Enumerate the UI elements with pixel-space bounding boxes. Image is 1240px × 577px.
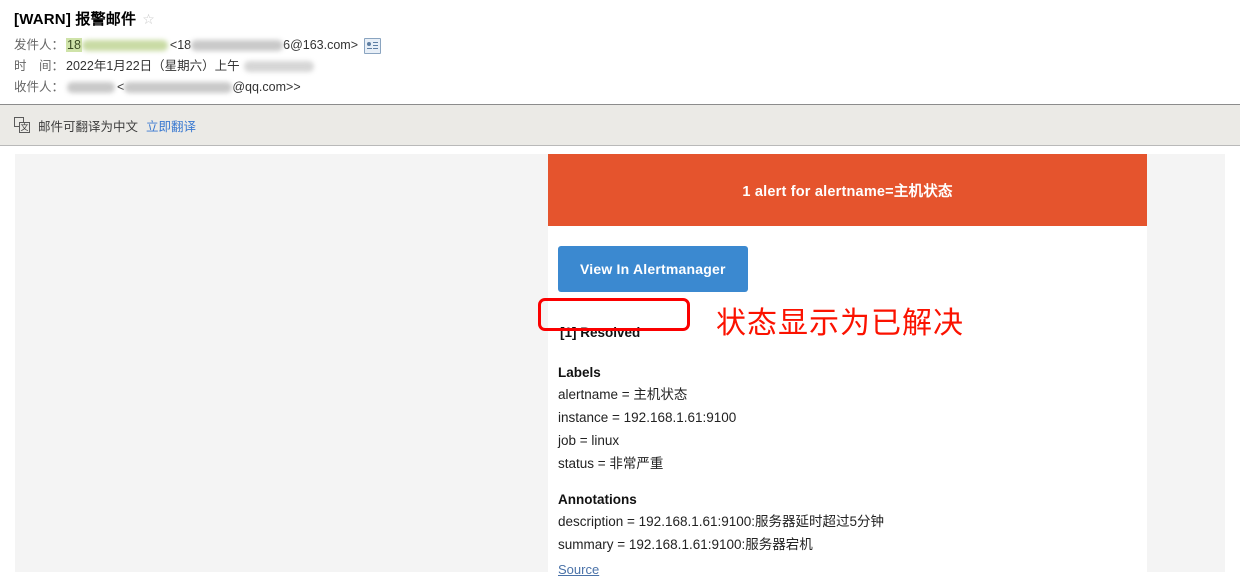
date-value: 2022年1月22日（星期六）上午	[66, 59, 240, 73]
contact-card-icon[interactable]	[364, 37, 382, 54]
recipient-row: 收件人： < @qq.com>>	[14, 77, 1240, 98]
recipient-address: < @qq.com>>	[117, 77, 301, 98]
view-in-alertmanager-button[interactable]: View In Alertmanager	[558, 246, 748, 292]
labels-heading: Labels	[558, 365, 601, 380]
star-outline-icon[interactable]: ☆	[142, 12, 155, 26]
annotation-item: summary = 192.168.1.61:9100:服务器宕机	[558, 537, 813, 552]
alert-content: View In Alertmanager [1] Resolved Labels…	[548, 226, 1147, 577]
translate-message: 邮件可翻译为中文	[38, 119, 139, 134]
subject-row: [WARN] 报警邮件 ☆	[14, 8, 1240, 29]
alert-card: 1 alert for alertname=主机状态 View In Alert…	[548, 154, 1147, 577]
date-label: 时 间：	[14, 59, 65, 73]
translate-icon: 文	[14, 117, 30, 133]
source-link[interactable]: Source	[558, 562, 599, 577]
page-title: [WARN] 报警邮件	[14, 11, 137, 28]
translate-icon-glyph: 文	[19, 122, 30, 133]
sender-name: 18	[66, 35, 168, 56]
label-item: job = linux	[558, 433, 620, 448]
mail-body: 1 alert for alertname=主机状态 View In Alert…	[0, 146, 1240, 577]
sender-row: 发件人： 18 <18 6@163.com>	[14, 35, 1240, 56]
label-item: alertname = 主机状态	[558, 387, 688, 402]
sender-name-redaction	[81, 40, 168, 52]
mail-header: [WARN] 报警邮件 ☆ 发件人： 18 <18 6@163.com> 时 间：…	[0, 0, 1240, 104]
recipient-address-redaction	[124, 82, 233, 94]
recipient-name-redaction	[67, 82, 116, 93]
status-badge: [1] Resolved	[560, 325, 641, 340]
annotations-heading: Annotations	[558, 492, 637, 507]
sender-address-redaction	[191, 40, 284, 52]
recipient-label: 收件人：	[14, 80, 65, 94]
sender-name-prefix: 18	[66, 38, 82, 52]
alert-banner: 1 alert for alertname=主机状态	[548, 154, 1147, 226]
label-item: instance = 192.168.1.61:9100	[558, 410, 737, 425]
recipient-address-close: >	[293, 80, 301, 94]
sender-label: 发件人：	[14, 38, 65, 52]
alert-banner-title: 1 alert for alertname=主机状态	[742, 183, 953, 200]
translate-now-link[interactable]: 立即翻译	[146, 116, 196, 135]
recipient-address-suffix: @qq.com>	[232, 80, 294, 94]
sender-address: <18 6@163.com>	[170, 35, 358, 56]
annotation-item: description = 192.168.1.61:9100:服务器延时超过5…	[558, 514, 885, 529]
date-row: 时 间： 2022年1月22日（星期六）上午	[14, 56, 1240, 77]
sender-address-open: <18	[169, 38, 192, 52]
alert-status-row: [1] Resolved	[558, 317, 1147, 348]
label-item: status = 非常严重	[558, 456, 664, 471]
date-time-redaction	[243, 61, 314, 72]
sender-address-suffix: 6@163.com>	[283, 38, 359, 52]
translate-bar: 文 邮件可翻译为中文 立即翻译	[0, 104, 1240, 146]
recipient-address-open: <	[117, 80, 125, 94]
